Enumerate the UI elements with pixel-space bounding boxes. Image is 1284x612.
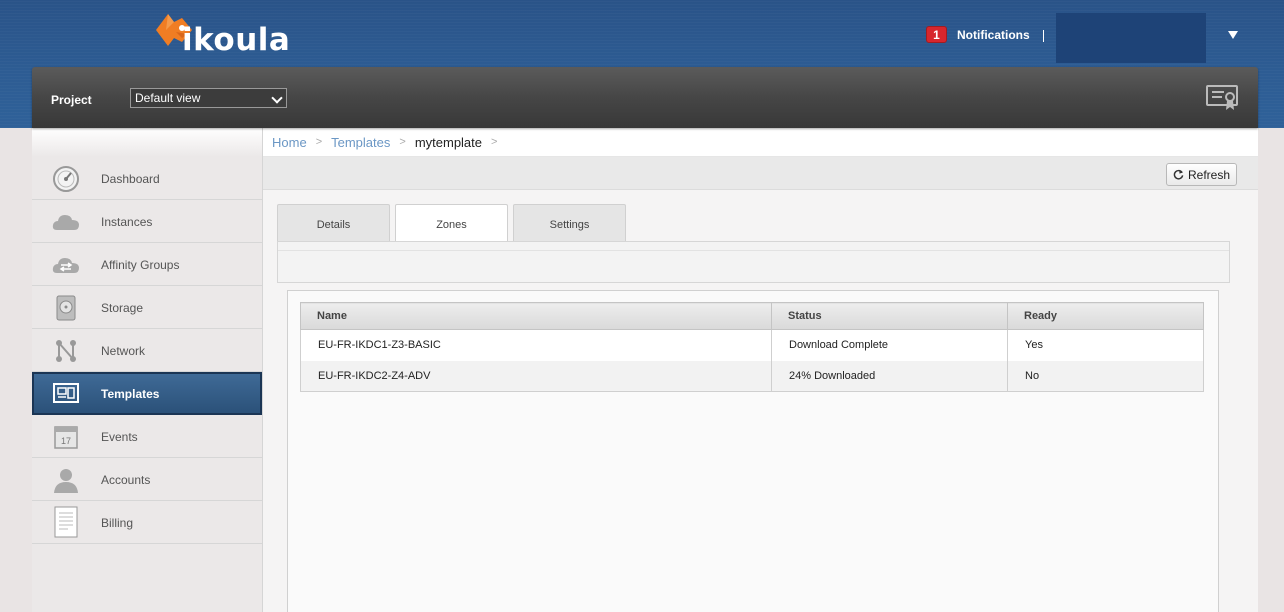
tab-settings[interactable]: Settings [513,204,626,242]
zone-ready-cell: Yes [1007,329,1204,361]
zone-ready-cell: No [1007,360,1204,392]
network-icon [56,340,76,362]
zone-name-cell: EU-FR-IKDC1-Z3-BASIC [300,329,772,361]
sidebar: Dashboard Instances Affinity Groups Stor… [32,128,263,612]
project-bar: Project Default view [32,67,1258,128]
zones-table: Name Status Ready EU-FR-IKDC1-Z3-BASIC D… [300,302,1204,392]
sidebar-item-storage[interactable]: Storage [32,286,262,329]
column-header-name[interactable]: Name [300,302,772,330]
breadcrumb-separator: > [315,136,323,148]
breadcrumb: Home > Templates > mytemplate > [263,128,1258,157]
calendar-day: 17 [61,436,71,446]
sidebar-item-billing[interactable]: Billing [32,501,262,544]
sidebar-item-label: Instances [101,215,153,229]
table-row[interactable]: EU-FR-IKDC1-Z3-BASIC Download Complete Y… [300,329,1204,361]
notifications-label: Notifications [957,27,1030,42]
cloud-arrows-icon [52,258,79,273]
sidebar-item-label: Storage [101,301,144,315]
breadcrumb-home[interactable]: Home [272,135,307,150]
column-header-ready[interactable]: Ready [1007,302,1204,330]
project-select-value: Default view [135,91,201,105]
cloud-icon [52,215,79,230]
zone-status-cell: 24% Downloaded [771,360,1008,392]
ikoula-logo[interactable]: ikoula [152,8,292,60]
sidebar-item-label: Dashboard [101,172,160,186]
tab-bar: Details Zones Settings [277,204,631,243]
sidebar-top [32,128,262,157]
calendar-icon: 17 [54,426,78,449]
zones-panel: Name Status Ready EU-FR-IKDC1-Z3-BASIC D… [287,290,1219,612]
breadcrumb-separator: > [491,136,498,148]
column-header-status[interactable]: Status [771,302,1008,330]
refresh-label: Refresh [1188,167,1231,182]
sidebar-item-label: Accounts [101,473,151,487]
sidebar-item-instances[interactable]: Instances [32,200,262,243]
sidebar-item-affinity-groups[interactable]: Affinity Groups [32,243,262,286]
refresh-button[interactable]: Refresh [1166,163,1237,186]
tab-details[interactable]: Details [277,204,390,242]
caret-down-icon[interactable] [1228,31,1238,39]
user-icon [54,469,78,493]
certificate-icon[interactable] [1206,85,1238,111]
user-menu[interactable] [1056,13,1206,63]
zone-name-cell: EU-FR-IKDC2-Z4-ADV [300,360,772,392]
notifications-button[interactable]: 1 Notifications [926,26,1030,43]
project-select[interactable]: Default view [130,88,287,108]
breadcrumb-current: mytemplate [414,134,483,150]
sidebar-item-accounts[interactable]: Accounts [32,458,262,501]
notifications-count-badge: 1 [926,26,947,43]
breadcrumb-templates[interactable]: Templates [331,135,390,150]
sidebar-item-label: Templates [101,387,160,401]
sidebar-item-network[interactable]: Network [32,329,262,372]
sidebar-item-label: Events [101,430,138,444]
project-label: Project [51,93,92,107]
document-icon [54,506,78,538]
templates-icon [53,383,79,403]
zone-status-cell: Download Complete [771,329,1008,361]
breadcrumb-separator: > [399,136,406,148]
disk-icon [56,295,76,321]
logo-text: ikoula [182,22,291,58]
main-content: Home > Templates > mytemplate > Refresh … [263,128,1258,612]
sidebar-item-label: Network [101,344,146,358]
toolbar: Refresh [263,157,1258,190]
sidebar-item-events[interactable]: 17 Events [32,415,262,458]
sidebar-item-dashboard[interactable]: Dashboard [32,157,262,200]
gauge-icon [53,166,79,192]
select-chevron-icon [271,92,283,104]
table-header-row: Name Status Ready [300,302,1204,330]
tab-panel-header [277,241,1230,283]
header-separator [1043,30,1044,42]
tab-zones[interactable]: Zones [395,204,508,243]
refresh-icon [1173,169,1184,180]
table-row[interactable]: EU-FR-IKDC2-Z4-ADV 24% Downloaded No [300,360,1204,392]
tab-panel-divider [278,250,1229,251]
sidebar-item-label: Billing [101,516,134,530]
sidebar-item-templates[interactable]: Templates [32,372,262,415]
sidebar-item-label: Affinity Groups [101,258,180,272]
